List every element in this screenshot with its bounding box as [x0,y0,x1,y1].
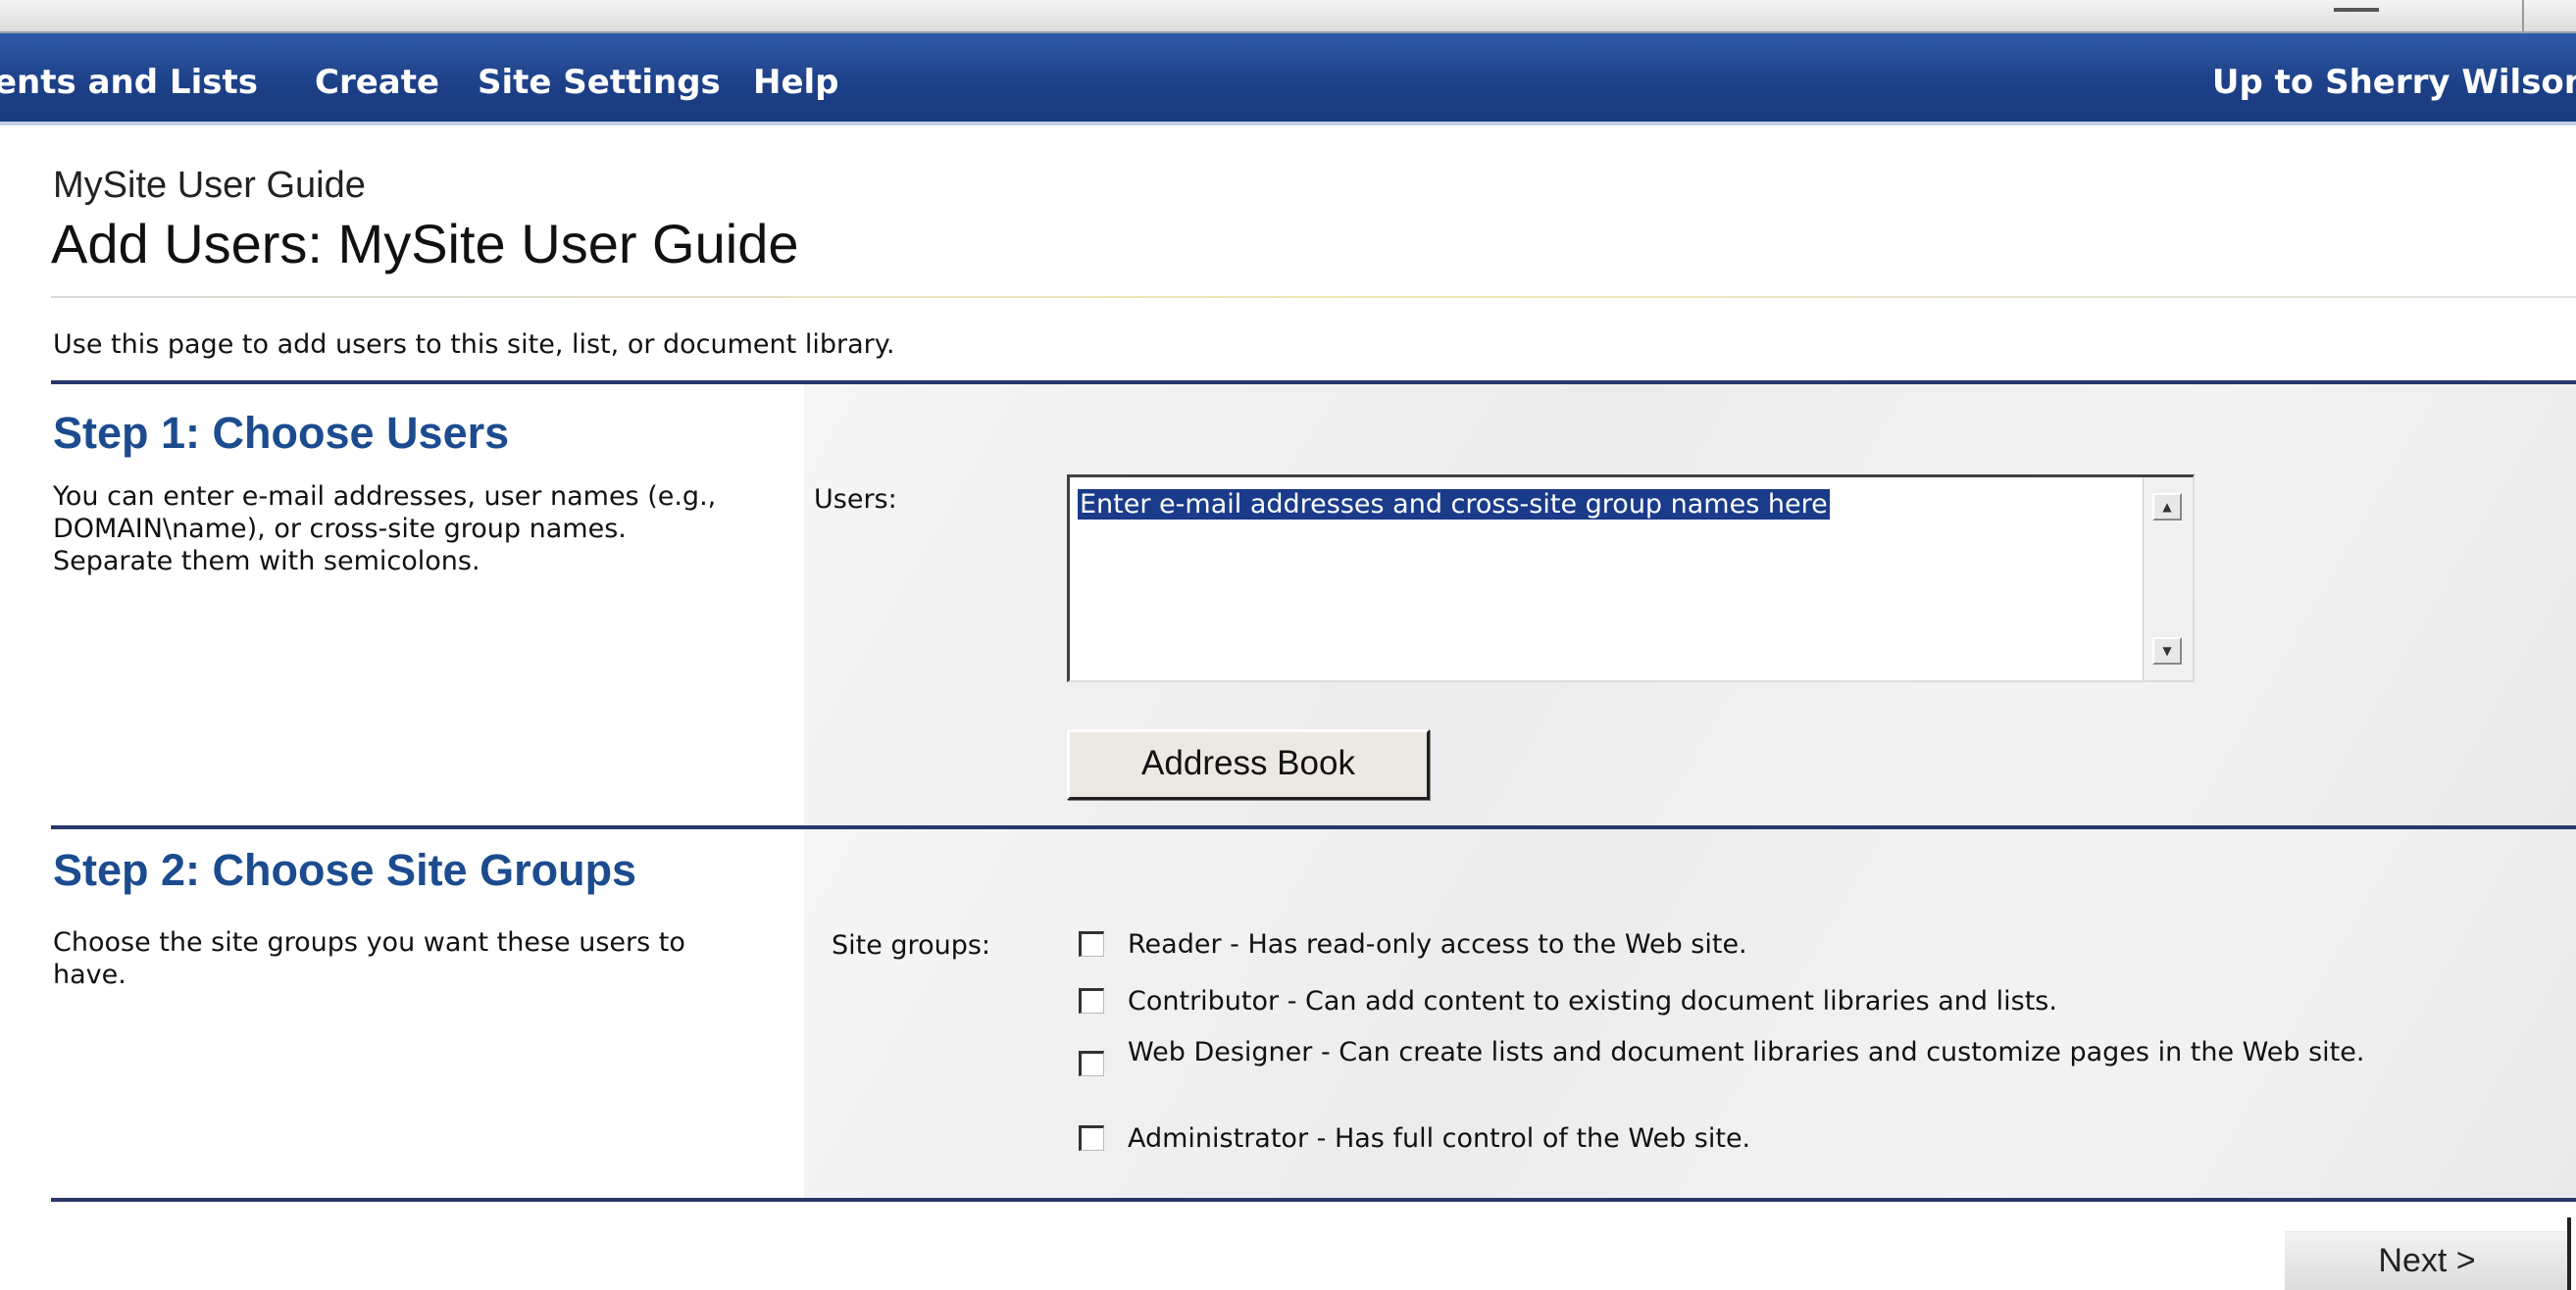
top-navigation-bar: ents and Lists Create Site Settings Help… [0,33,2576,125]
nav-create[interactable]: Create [315,63,439,102]
page-title: Add Users: MySite User Guide [51,213,799,274]
users-input-value: Enter e-mail addresses and cross-site gr… [1078,489,1830,520]
contributor-label: Contributor - Can add content to existin… [1128,986,2057,1017]
address-book-button[interactable]: Address Book [1067,729,1430,800]
window-edge-separator [2522,0,2524,31]
reader-label: Reader - Has read-only access to the Web… [1128,929,1747,960]
page: ents and Lists Create Site Settings Help… [0,0,2576,1290]
up-to-parent-link[interactable]: Up to Sherry Wilson [2212,63,2576,102]
users-scrollbar[interactable]: ▲ ▼ [2143,477,2193,680]
browser-top-edge [0,0,2576,33]
next-button[interactable]: Next > [2285,1231,2569,1290]
step2-bottom-divider [51,1198,2576,1202]
nav-site-settings[interactable]: Site Settings [478,63,721,102]
window-control-mark [2334,8,2379,12]
site-name: MySite User Guide [53,165,366,206]
nav-documents-and-lists[interactable]: ents and Lists [0,63,258,102]
page-description: Use this page to add users to this site,… [53,329,895,360]
step1-description: You can enter e-mail addresses, user nam… [53,481,717,576]
reader-checkbox[interactable] [1079,931,1104,957]
users-label: Users: [814,484,897,515]
contributor-checkbox[interactable] [1079,988,1104,1014]
title-divider [51,296,2576,298]
scroll-down-arrow-icon[interactable]: ▼ [2152,637,2182,665]
administrator-label: Administrator - Has full control of the … [1128,1123,1751,1154]
nav-help[interactable]: Help [753,63,839,102]
users-textarea[interactable]: Enter e-mail addresses and cross-site gr… [1067,474,2195,682]
step2-heading: Step 2: Choose Site Groups [53,845,637,895]
next-button-edge [2567,1217,2571,1290]
site-groups-label: Site groups: [832,930,990,961]
step1-heading: Step 1: Choose Users [53,408,510,458]
web-designer-checkbox[interactable] [1079,1051,1104,1076]
web-designer-label: Web Designer - Can create lists and docu… [1128,1037,2365,1067]
administrator-checkbox[interactable] [1079,1125,1104,1151]
step2-description: Choose the site groups you want these us… [53,927,685,990]
scroll-up-arrow-icon[interactable]: ▲ [2152,493,2182,521]
